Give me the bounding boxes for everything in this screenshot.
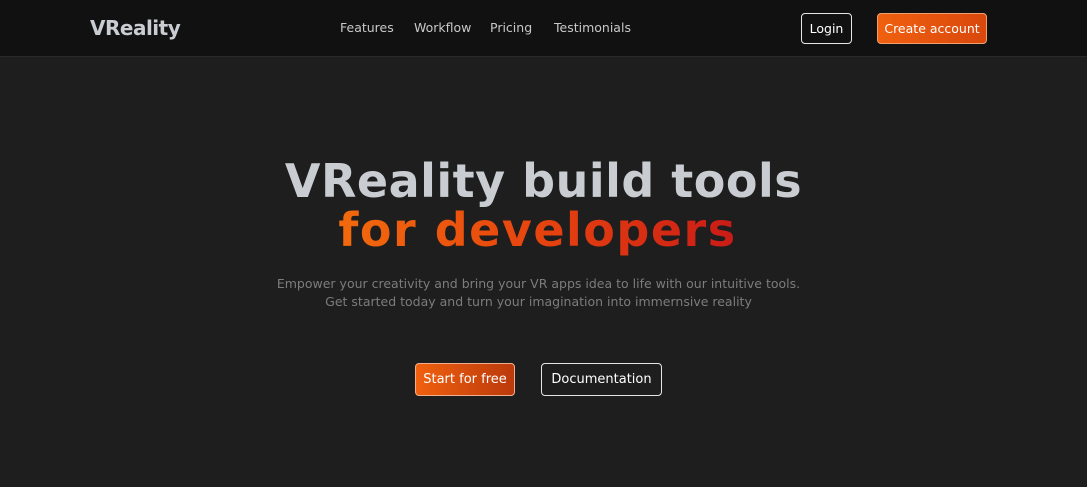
hero-subtitle-line1: Empower your creativity and bring your V…: [276, 276, 801, 291]
start-for-free-button[interactable]: Start for free: [415, 363, 515, 396]
documentation-button[interactable]: Documentation: [541, 363, 662, 396]
hero-title-line2: for developers: [338, 203, 737, 257]
nav-link-pricing[interactable]: Pricing: [490, 18, 532, 38]
nav-link-testimonials[interactable]: Testimonials: [554, 18, 631, 38]
nav-link-workflow[interactable]: Workflow: [414, 18, 471, 38]
nav-link-features[interactable]: Features: [340, 18, 394, 38]
login-button[interactable]: Login: [801, 13, 852, 44]
create-account-button[interactable]: Create account: [877, 13, 987, 44]
brand-logo[interactable]: VReality: [90, 14, 181, 42]
hero-title-line2-wrapper: for developers: [0, 201, 1075, 259]
top-navbar: VReality Features Workflow Pricing Testi…: [0, 0, 1087, 57]
hero-subtitle-line2: Get started today and turn your imaginat…: [325, 294, 752, 309]
